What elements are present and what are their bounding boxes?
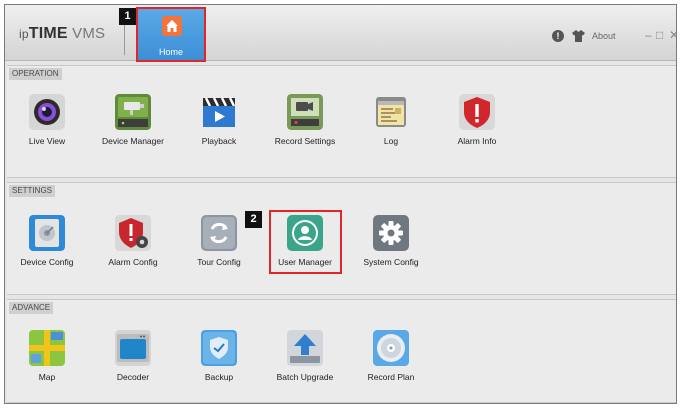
info-icon[interactable]: ! (552, 30, 564, 42)
brand-vms: VMS (67, 25, 106, 42)
alarm-shield-icon (459, 94, 495, 130)
section-label-advance: ADVANCE (9, 302, 54, 314)
tab-home[interactable]: Home (136, 7, 206, 62)
shirt-icon[interactable] (572, 30, 585, 42)
device-manager-label: Device Manager (102, 136, 164, 146)
device-config-label: Device Config (20, 257, 74, 267)
record-plan-label: Record Plan (367, 372, 415, 382)
system-config-label: System Config (363, 257, 419, 267)
camera-lens-icon (29, 94, 65, 130)
brand-time: TIME (28, 25, 68, 42)
about-link[interactable]: About (592, 31, 616, 41)
backup-label: Backup (204, 372, 234, 382)
maximize-button[interactable]: □ (656, 29, 663, 41)
upload-icon (287, 330, 323, 366)
minimize-button[interactable]: – (645, 29, 652, 41)
section-advance: ADVANCE Map Decoder Backup Batch Upgrade… (7, 299, 676, 403)
app-logo: ipTIME VMS (19, 25, 105, 43)
record-disc-icon (373, 330, 409, 366)
section-label-settings: SETTINGS (9, 185, 56, 197)
map-label: Map (38, 372, 56, 382)
decoder-label: Decoder (116, 372, 150, 382)
tour-config-label: Tour Config (197, 257, 241, 267)
batch-upgrade-label: Batch Upgrade (276, 372, 334, 382)
brand-ip: ip (19, 27, 29, 41)
clapperboard-icon (201, 94, 237, 130)
callout-badge-1: 1 (119, 8, 136, 25)
alarm-config-label: Alarm Config (108, 257, 158, 267)
alarm-config-icon (115, 215, 151, 251)
map-icon (29, 330, 65, 366)
vms-window: ipTIME VMS Home ! About – □ ✕ OPERATION (4, 4, 677, 404)
section-settings: SETTINGS Device Config Alarm Config Tour… (7, 182, 676, 295)
home-icon (162, 16, 182, 36)
device-config-icon (29, 215, 65, 251)
callout-badge-2: 2 (245, 211, 262, 228)
record-settings-label: Record Settings (274, 136, 336, 146)
title-bar: ipTIME VMS Home ! About (5, 5, 676, 62)
alarm-info-label: Alarm Info (457, 136, 497, 146)
tour-refresh-icon (201, 215, 237, 251)
record-settings-icon (287, 94, 323, 130)
close-button[interactable]: ✕ (669, 29, 676, 41)
system-gear-icon (373, 215, 409, 251)
decoder-icon (115, 330, 151, 366)
user-icon (287, 215, 323, 251)
log-icon (373, 94, 409, 130)
section-operation: OPERATION Live View Device Manager Playb… (7, 65, 676, 178)
live-view-label: Live View (28, 136, 66, 146)
log-label: Log (383, 136, 399, 146)
playback-label: Playback (201, 136, 237, 146)
user-manager-label: User Manager (278, 257, 332, 267)
tab-home-label: Home (158, 47, 183, 57)
backup-shield-icon (201, 330, 237, 366)
section-label-operation: OPERATION (9, 68, 62, 80)
cctv-camera-icon (115, 94, 151, 130)
